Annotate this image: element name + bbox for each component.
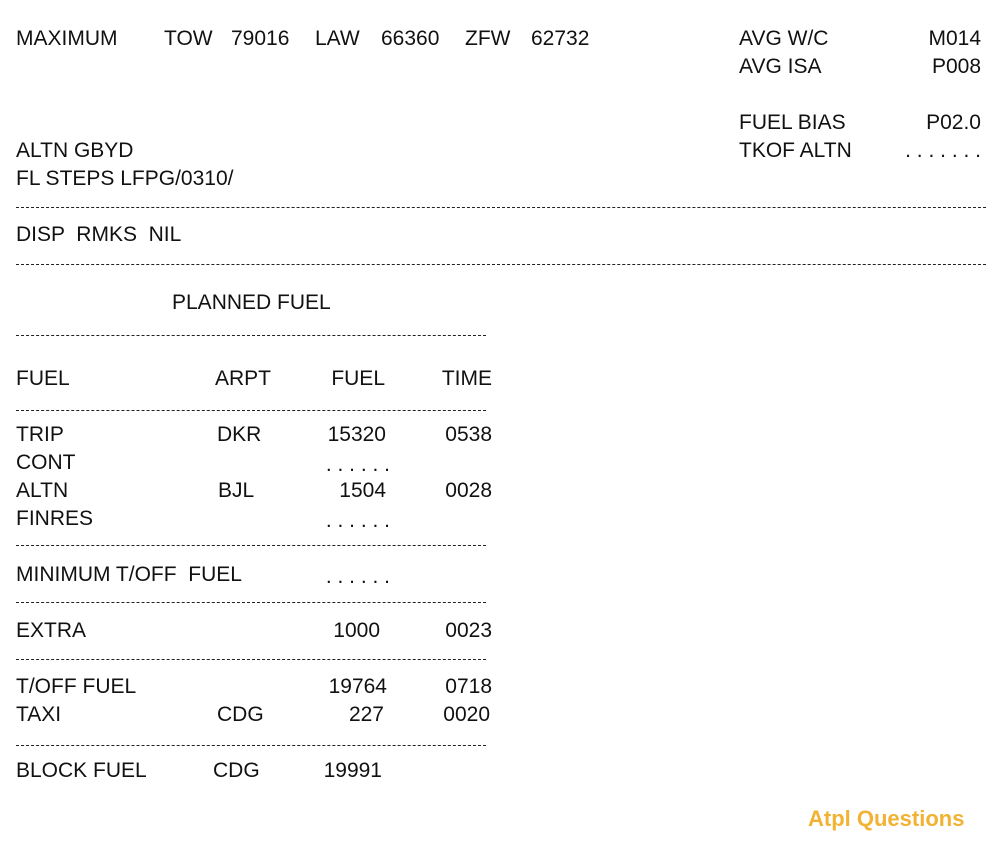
avg-wc-value: M014	[928, 27, 981, 50]
toff-fuel-time: 0718	[445, 675, 492, 698]
block-fuel-amount: 19991	[323, 759, 382, 782]
header-fuel: FUEL	[16, 367, 70, 390]
zfw-value: 62732	[531, 27, 590, 50]
tkof-altn-label: TKOF ALTN	[739, 139, 852, 162]
atpl-questions-logo: Atpl Questions	[808, 806, 965, 831]
divider	[16, 659, 486, 660]
extra-time: 0023	[445, 619, 492, 642]
toff-fuel-amount: 19764	[328, 675, 387, 698]
avg-isa-label: AVG ISA	[739, 55, 822, 78]
header-arpt: ARPT	[215, 367, 272, 390]
fuel-bias-label: FUEL BIAS	[739, 111, 846, 134]
row-trip-time: 0538	[445, 423, 492, 446]
row-finres-label: FINRES	[16, 507, 94, 530]
minimum-toff-amount: . . . . . .	[325, 565, 390, 588]
taxi-amount: 227	[348, 703, 384, 726]
law-value: 66360	[381, 27, 440, 50]
zfw-label: ZFW	[465, 27, 511, 50]
fl-steps-line: FL STEPS LFPG/0310/	[16, 167, 234, 190]
divider	[16, 335, 486, 336]
fuel-bias-value: P02.0	[926, 111, 981, 134]
divider	[16, 545, 486, 546]
extra-label: EXTRA	[16, 619, 87, 642]
divider	[16, 264, 986, 265]
avg-wc-label: AVG W/C	[739, 27, 829, 50]
maximum-label: MAXIMUM	[16, 27, 118, 50]
minimum-toff-label: MINIMUM T/OFF FUEL	[16, 563, 242, 586]
avg-isa-value: P008	[931, 55, 981, 78]
extra-amount: 1000	[333, 619, 380, 642]
row-trip-amount: 15320	[327, 423, 386, 446]
row-altn-label: ALTN	[16, 479, 69, 502]
block-fuel-label: BLOCK FUEL	[16, 759, 147, 782]
row-trip-label: TRIP	[16, 423, 64, 446]
header-amount: FUEL	[331, 367, 385, 390]
planned-fuel-title: PLANNED FUEL	[172, 291, 331, 314]
divider	[16, 410, 486, 411]
divider	[16, 207, 986, 208]
row-altn-arpt: BJL	[218, 479, 255, 502]
row-altn-time: 0028	[445, 479, 492, 502]
toff-fuel-label: T/OFF FUEL	[16, 675, 137, 698]
row-trip-arpt: DKR	[217, 423, 262, 446]
altn-line: ALTN GBYD	[16, 139, 134, 162]
tow-label: TOW	[164, 27, 213, 50]
taxi-label: TAXI	[16, 703, 62, 726]
taxi-arpt: CDG	[217, 703, 264, 726]
row-cont-amount: . . . . . .	[325, 453, 390, 476]
header-time: TIME	[441, 367, 492, 390]
dispatch-remarks: DISP RMKS NIL	[16, 223, 182, 246]
row-altn-amount: 1504	[339, 479, 386, 502]
tkof-altn-value: . . . . . . .	[905, 139, 981, 162]
block-fuel-arpt: CDG	[213, 759, 260, 782]
divider	[16, 745, 486, 746]
taxi-time: 0020	[443, 703, 490, 726]
divider	[16, 602, 486, 603]
tow-value: 79016	[231, 27, 290, 50]
law-label: LAW	[315, 27, 360, 50]
row-cont-label: CONT	[16, 451, 76, 474]
row-finres-amount: . . . . . .	[325, 509, 390, 532]
